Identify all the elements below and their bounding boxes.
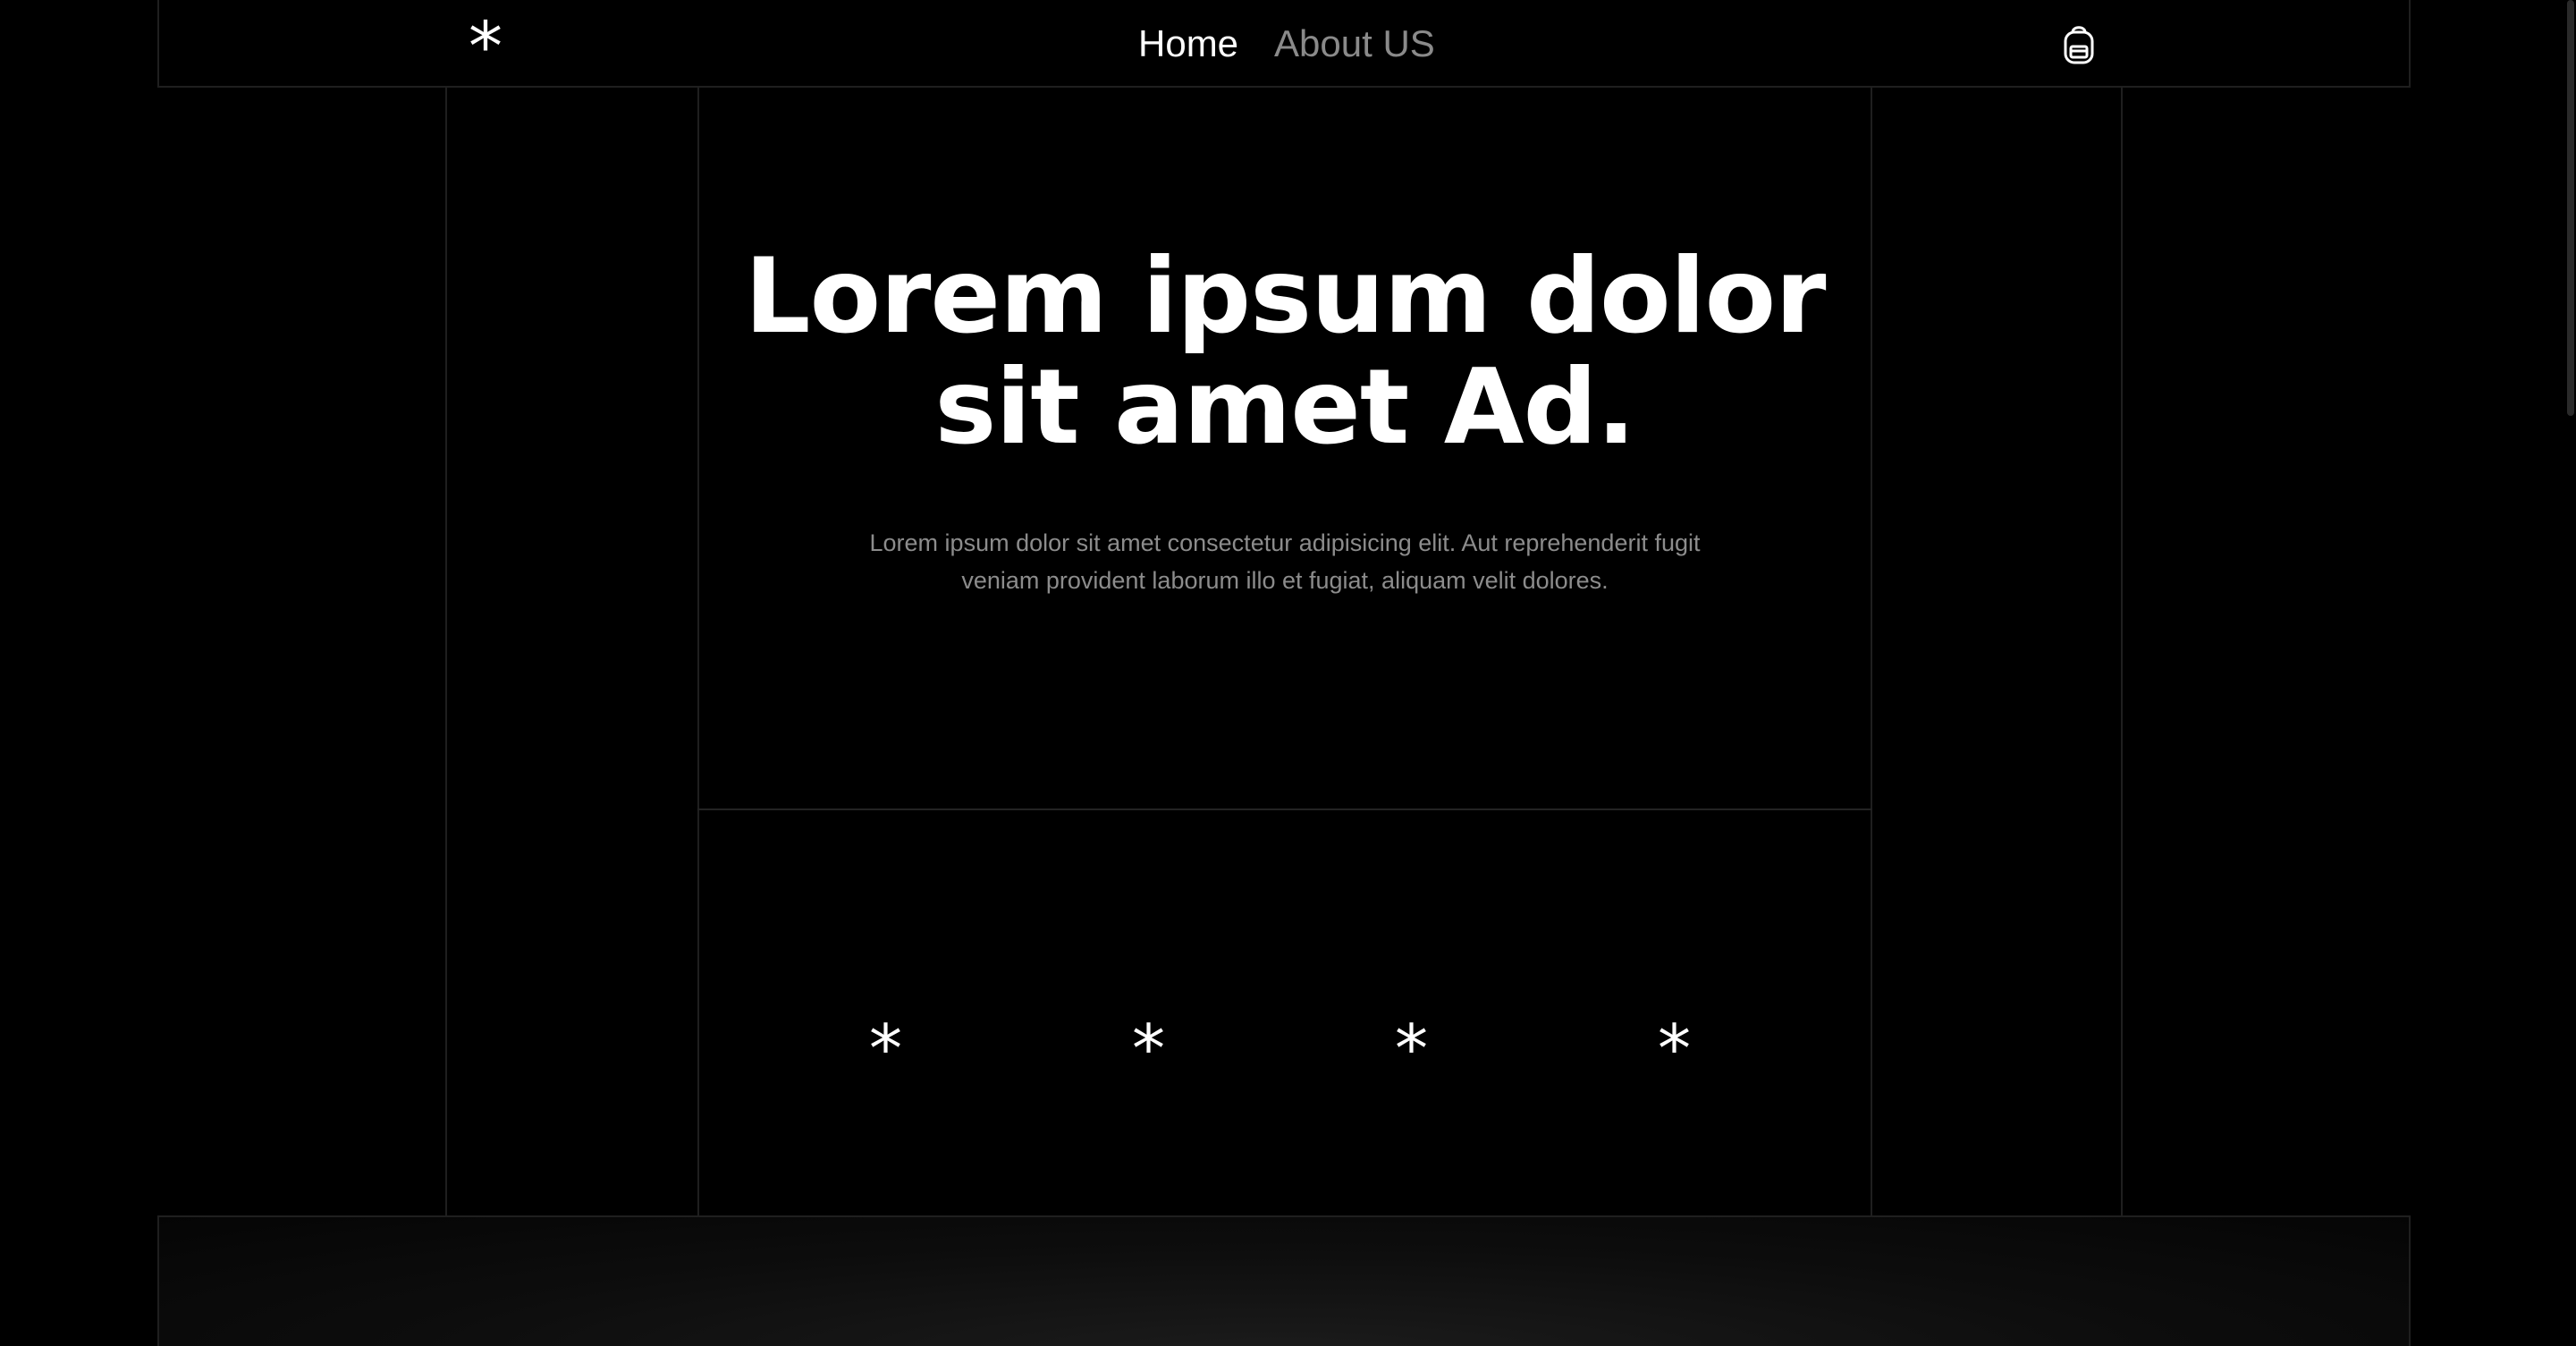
page: * Home About US Lorem ipsum dolor sit am… bbox=[0, 0, 2576, 1346]
hero-subtitle: Lorem ipsum dolor sit amet consectetur a… bbox=[869, 529, 1701, 594]
nav-links: Home About US bbox=[1138, 21, 1435, 66]
scrollbar-thumb[interactable] bbox=[2567, 0, 2574, 416]
bottom-panel bbox=[157, 1215, 2411, 1346]
nav-link-home[interactable]: Home bbox=[1138, 21, 1238, 66]
grid-divider bbox=[697, 808, 1872, 810]
navbar: * Home About US bbox=[157, 0, 2411, 88]
asterisk-icon: * bbox=[1395, 1011, 1428, 1088]
grid-line bbox=[445, 88, 447, 1217]
asterisk-icon: * bbox=[1132, 1011, 1165, 1088]
asterisk-icon: * bbox=[869, 1011, 902, 1088]
asterisk-icon: * bbox=[1658, 1011, 1691, 1088]
logo-asterisk[interactable]: * bbox=[469, 13, 503, 80]
shopping-bag-icon[interactable] bbox=[2061, 21, 2097, 66]
hero-title: Lorem ipsum dolor sit amet Ad. bbox=[744, 236, 1827, 468]
grid-line bbox=[2121, 88, 2123, 1217]
asterisk-row: * * * * bbox=[849, 1009, 1726, 1089]
scrollbar[interactable] bbox=[2563, 0, 2576, 1346]
nav-link-about[interactable]: About US bbox=[1274, 21, 1435, 66]
grid-line bbox=[1871, 88, 1872, 1217]
